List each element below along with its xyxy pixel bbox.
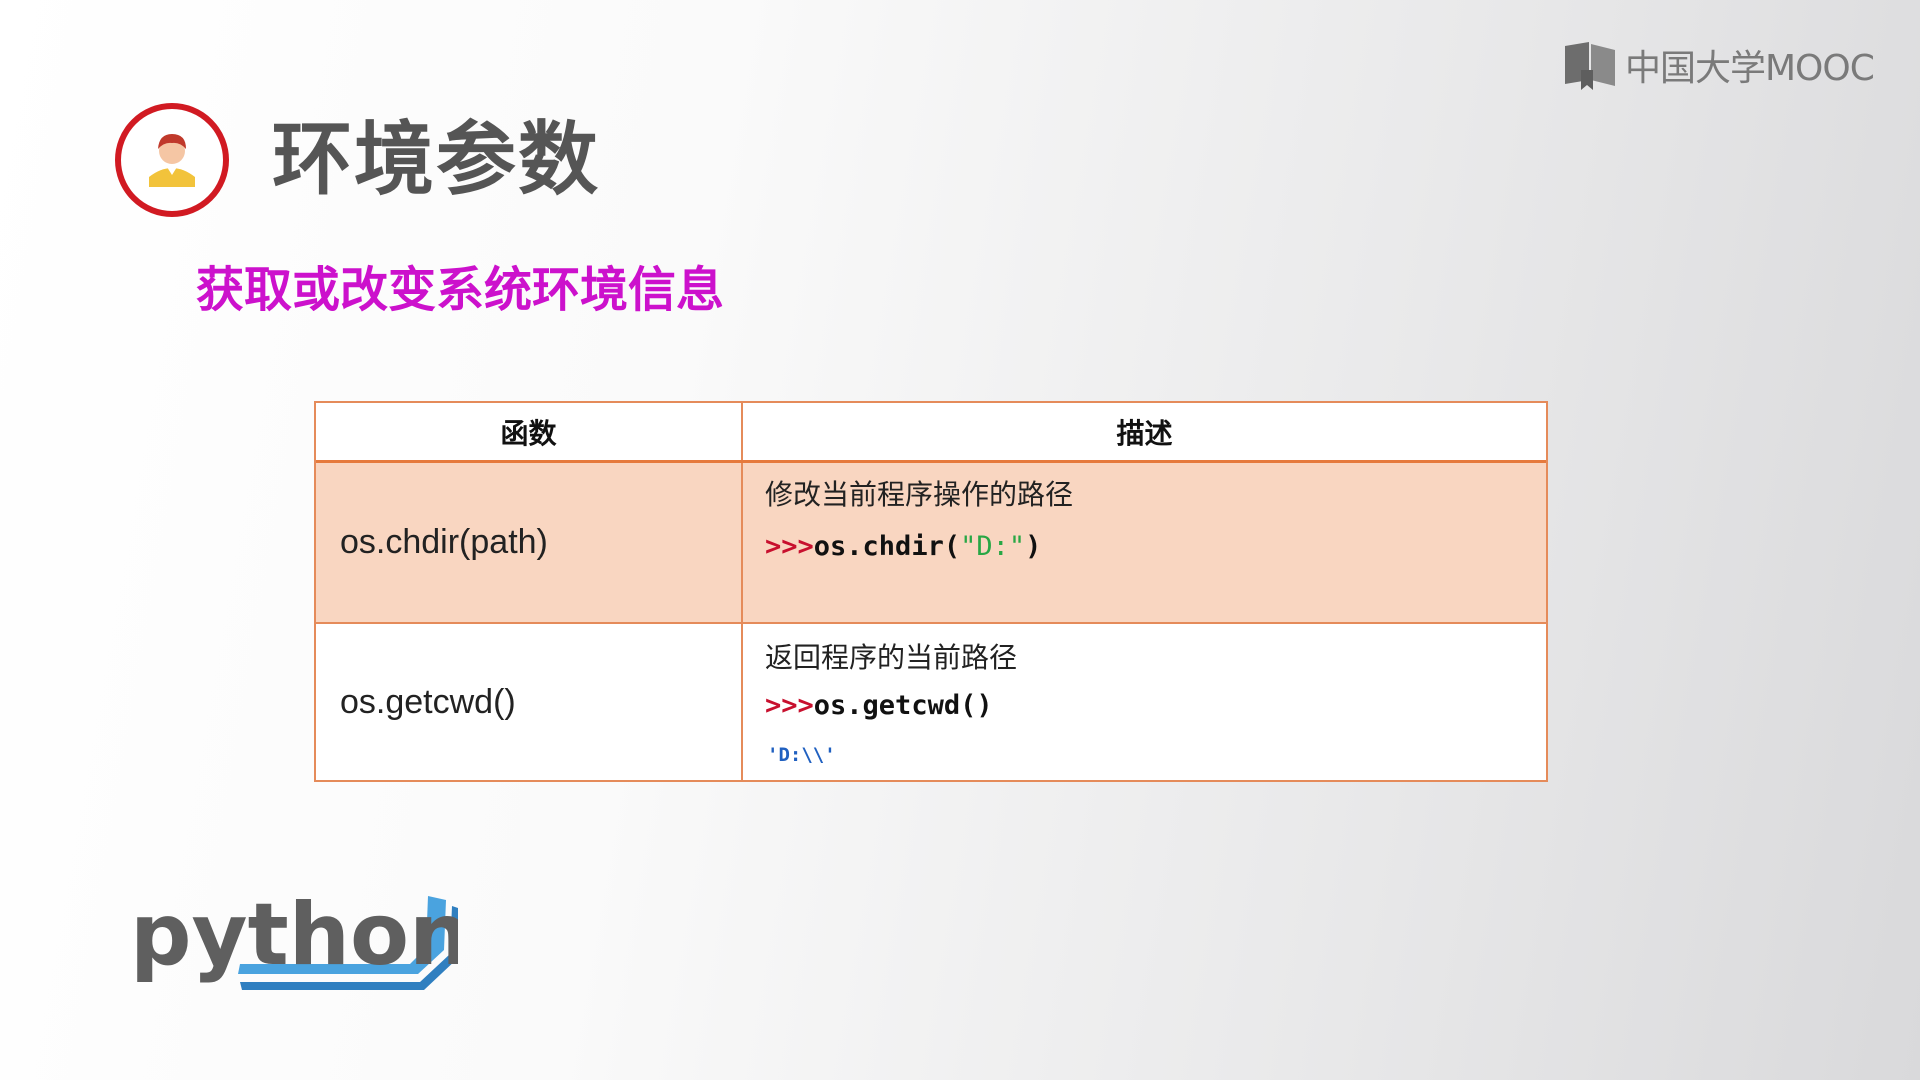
function-name: os.chdir(path) [340,523,548,561]
description-text: 返回程序的当前路径 [765,641,1018,674]
code-output: 'D:\\' [767,744,836,766]
description-text: 修改当前程序操作的路径 [765,478,1074,511]
table-row: os.chdir(path) 修改当前程序操作的路径 >>>os.chdir("… [316,463,1546,624]
page-subtitle: 获取或改变系统环境信息 [196,262,725,318]
code-string: "D:" [960,531,1026,562]
code-prompt: >>> [765,531,814,562]
code-example: >>>os.chdir("D:") [765,531,1041,562]
table-header-row: 函数 描述 [316,403,1546,463]
brand-logo: 中国大学MOOC [1563,40,1875,90]
python-logo: python [130,886,458,990]
description-cell: 返回程序的当前路径 >>>os.getcwd() 'D:\\' [743,624,1546,780]
slide: 中国大学MOOC 环境参数 获取或改变系统环境信息 函数 描述 os.chdir… [0,0,1920,1080]
function-name: os.getcwd() [340,682,516,721]
header-function: 函数 [316,403,743,460]
mooc-book-icon [1565,42,1615,90]
function-cell: os.getcwd() [316,624,743,780]
function-table: 函数 描述 os.chdir(path) 修改当前程序操作的路径 >>>os.c… [314,401,1548,782]
code-call: os.getcwd() [813,690,993,721]
code-call: os.chdir( [813,531,961,562]
user-avatar-icon [115,103,229,217]
table-row: os.getcwd() 返回程序的当前路径 >>>os.getcwd() 'D:… [316,624,1546,780]
header-description: 描述 [1116,416,1173,450]
code-example: >>>os.getcwd() [765,690,993,721]
page-title: 环境参数 [272,113,600,206]
function-cell: os.chdir(path) [316,463,743,622]
code-close: ) [1025,531,1042,562]
python-logo-text: python [130,886,458,985]
brand-text: 中国大学MOOC [1625,48,1875,89]
code-prompt: >>> [765,690,814,721]
description-cell: 修改当前程序操作的路径 >>>os.chdir("D:") [743,463,1546,622]
